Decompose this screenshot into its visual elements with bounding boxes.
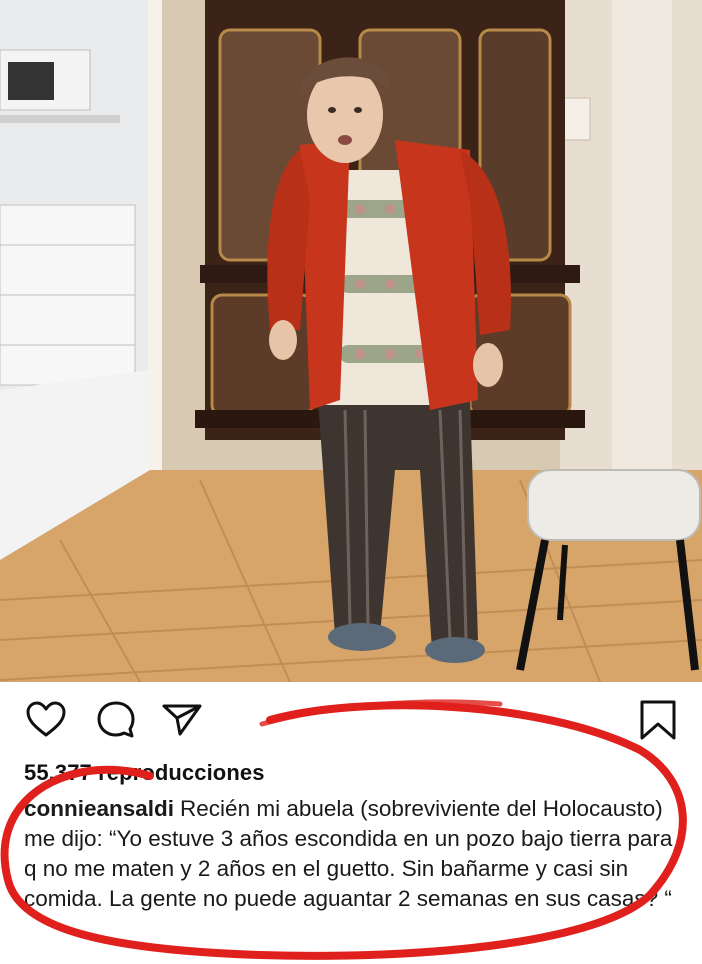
caption-username[interactable]: connieansaldi	[24, 796, 174, 821]
views-count[interactable]: 55.377 reproducciones	[24, 760, 265, 786]
bookmark-icon[interactable]	[636, 698, 680, 742]
comment-icon[interactable]	[94, 698, 138, 742]
caption-overflow-line	[24, 950, 664, 964]
post-caption: connieansaldi Recién mi abuela (sobrevivi…	[24, 794, 684, 914]
heart-icon[interactable]	[24, 698, 68, 742]
post-video[interactable]	[0, 0, 702, 682]
post-actions-bar	[0, 690, 702, 750]
paper-plane-icon[interactable]	[160, 698, 204, 742]
